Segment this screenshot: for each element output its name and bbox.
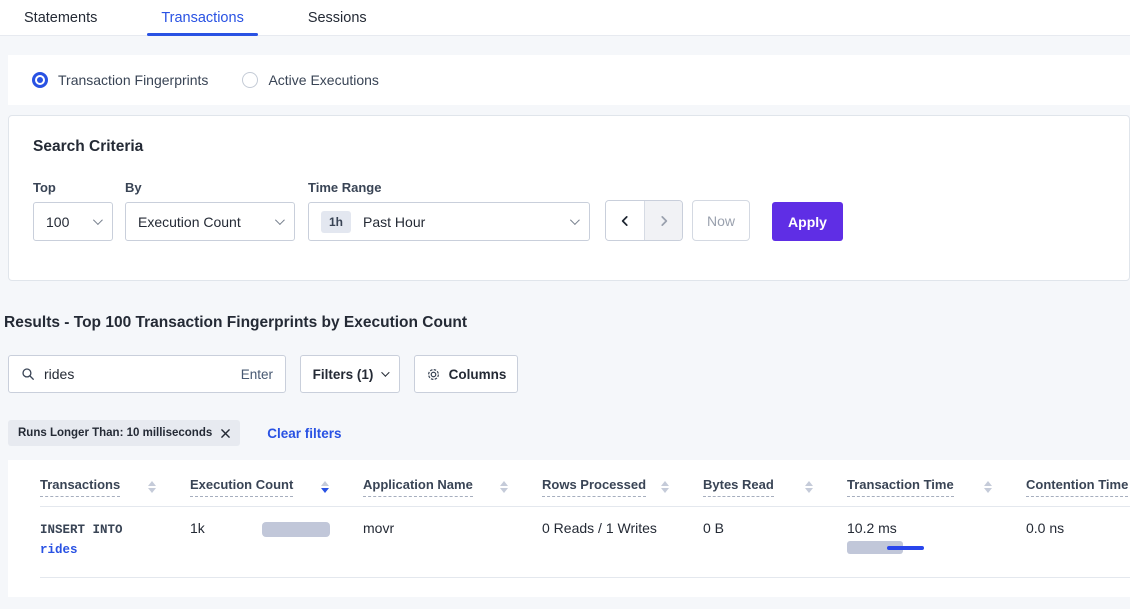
radio-unselected-icon[interactable]: [242, 72, 258, 88]
search-criteria-form: Top 100 By Execution Count Time Range 1h…: [33, 180, 1105, 241]
cell-rows-processed: 0 Reads / 1 Writes: [542, 520, 703, 560]
columns-button[interactable]: Columns: [414, 355, 518, 393]
sort-icon-active-desc[interactable]: [321, 481, 329, 493]
time-range-value: Past Hour: [363, 214, 570, 230]
cell-transaction-statement: INSERT INTO rides: [40, 520, 190, 560]
search-criteria-card: Search Criteria Top 100 By Execution Cou…: [8, 115, 1130, 281]
statement-text: INSERT INTO: [40, 520, 190, 540]
by-select-value: Execution Count: [138, 214, 275, 230]
column-header-transaction-time[interactable]: Transaction Time: [847, 477, 1026, 497]
execution-count-value: 1k: [190, 520, 262, 536]
cell-contention-time: 0.0 ns: [1026, 520, 1130, 560]
top-select[interactable]: 100: [33, 202, 113, 241]
search-box[interactable]: Enter: [8, 355, 286, 393]
tab-transactions[interactable]: Transactions: [161, 0, 243, 35]
search-criteria-title: Search Criteria: [33, 138, 1105, 156]
view-mode-strip: Transaction Fingerprints Active Executio…: [8, 55, 1130, 105]
table-row: INSERT INTO rides 1k movr 0 Reads / 1 Wr…: [40, 507, 1130, 578]
tab-statements-label: Statements: [24, 10, 97, 26]
column-header-execution-count[interactable]: Execution Count: [190, 477, 363, 497]
radio-active-executions[interactable]: Active Executions: [242, 72, 379, 88]
transactions-table: Transactions Execution Count Application…: [8, 460, 1130, 597]
filter-chip: Runs Longer Than: 10 milliseconds: [8, 420, 240, 446]
sort-icon[interactable]: [500, 481, 508, 493]
by-select[interactable]: Execution Count: [125, 202, 295, 241]
cell-transaction-time: 10.2 ms: [847, 520, 1026, 560]
top-tab-bar: Statements Transactions Sessions: [0, 0, 1130, 36]
filters-button-label: Filters (1): [313, 367, 374, 382]
column-header-application-name[interactable]: Application Name: [363, 477, 542, 497]
remove-filter-button[interactable]: [221, 429, 230, 438]
time-range-label: Time Range: [308, 180, 590, 195]
search-enter-hint: Enter: [241, 367, 273, 382]
previous-range-button[interactable]: [606, 201, 644, 240]
now-button[interactable]: Now: [692, 200, 750, 241]
gear-icon: [426, 367, 441, 382]
filters-button[interactable]: Filters (1): [300, 355, 400, 393]
radio-active-executions-label: Active Executions: [268, 72, 379, 88]
radio-transaction-fingerprints[interactable]: Transaction Fingerprints: [32, 72, 208, 88]
apply-button[interactable]: Apply: [772, 202, 843, 241]
cell-bytes-read: 0 B: [703, 520, 847, 560]
tab-sessions[interactable]: Sessions: [308, 0, 367, 35]
tab-transactions-label: Transactions: [161, 10, 243, 26]
chevron-down-icon: [275, 215, 285, 225]
statement-table-link[interactable]: rides: [40, 543, 78, 557]
chevron-down-icon: [382, 368, 390, 376]
results-controls-row: Enter Filters (1) Columns: [8, 355, 1130, 393]
cell-execution-count: 1k: [190, 520, 363, 560]
radio-transaction-fingerprints-label: Transaction Fingerprints: [58, 72, 208, 88]
column-header-bytes-read[interactable]: Bytes Read: [703, 477, 847, 497]
sort-icon[interactable]: [984, 481, 992, 493]
columns-button-label: Columns: [449, 367, 507, 382]
clear-filters-link[interactable]: Clear filters: [267, 426, 341, 441]
filter-chip-label: Runs Longer Than: 10 milliseconds: [18, 427, 212, 439]
column-header-rows-processed[interactable]: Rows Processed: [542, 477, 703, 497]
transaction-time-bar: [847, 541, 947, 555]
cell-application-name: movr: [363, 520, 542, 560]
sort-icon[interactable]: [805, 481, 813, 493]
by-field-group: By Execution Count: [125, 180, 295, 241]
tab-sessions-label: Sessions: [308, 10, 367, 26]
chevron-down-icon: [570, 215, 580, 225]
results-heading: Results - Top 100 Transaction Fingerprin…: [4, 314, 1130, 332]
active-filters-row: Runs Longer Than: 10 milliseconds Clear …: [8, 420, 1130, 446]
top-select-value: 100: [46, 214, 93, 230]
time-range-field-group: Time Range 1h Past Hour: [308, 180, 590, 241]
table-header-row: Transactions Execution Count Application…: [40, 477, 1130, 507]
time-range-badge: 1h: [321, 211, 351, 233]
top-label: Top: [33, 180, 113, 195]
sort-icon[interactable]: [661, 481, 669, 493]
column-header-contention-time[interactable]: Contention Time: [1026, 477, 1130, 497]
time-range-nav: [605, 200, 683, 241]
top-field-group: Top 100: [33, 180, 113, 241]
sort-icon[interactable]: [148, 481, 156, 493]
execution-count-bar: [262, 522, 330, 537]
tab-statements[interactable]: Statements: [24, 0, 97, 35]
search-icon: [21, 367, 35, 381]
transaction-time-value: 10.2 ms: [847, 520, 1026, 536]
radio-selected-icon[interactable]: [32, 72, 48, 88]
transaction-time-bar-stddev: [887, 546, 924, 550]
next-range-button[interactable]: [644, 201, 682, 240]
column-header-transactions[interactable]: Transactions: [40, 477, 190, 497]
chevron-left-icon: [618, 214, 632, 228]
by-label: By: [125, 180, 295, 195]
time-range-select[interactable]: 1h Past Hour: [308, 202, 590, 241]
chevron-right-icon: [657, 214, 671, 228]
search-input[interactable]: [44, 366, 241, 382]
chevron-down-icon: [93, 215, 103, 225]
close-icon: [221, 429, 230, 438]
